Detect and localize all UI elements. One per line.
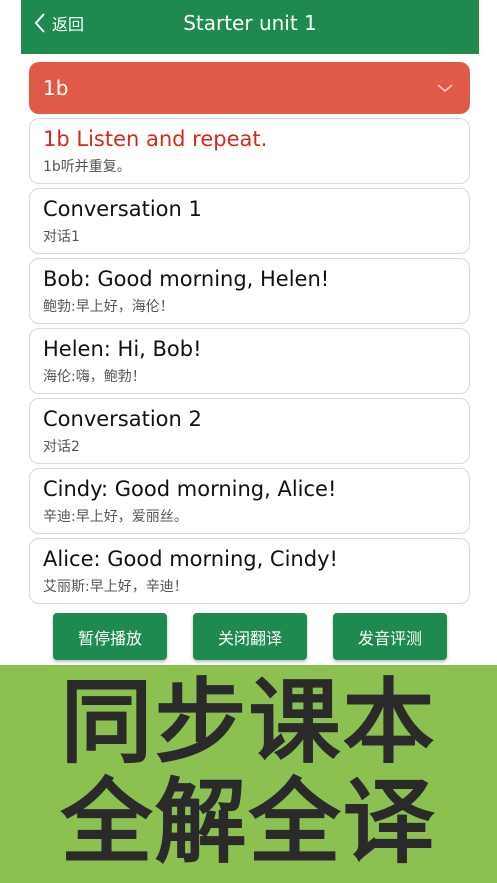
sentence-chinese: 对话1 (43, 229, 80, 245)
close-translation-button[interactable]: 关闭翻译 (193, 613, 307, 660)
sentence-chinese: 对话2 (43, 439, 80, 455)
chevron-down-icon (437, 84, 453, 93)
action-bar: 暂停播放 关闭翻译 发音评测 (21, 613, 479, 661)
sentence-chinese: 艾丽斯:早上好，辛迪！ (43, 579, 188, 595)
sentence-chinese: 海伦:嗨，鲍勃！ (43, 369, 146, 385)
list-item[interactable]: Cindy: Good morning, Alice! 辛迪:早上好，爱丽丝。 (29, 468, 470, 534)
promo-banner: 同步课本 全解全译 (0, 665, 497, 883)
sentence-english: Conversation 1 (43, 197, 202, 221)
list-item[interactable]: Alice: Good morning, Cindy! 艾丽斯:早上好，辛迪！ (29, 538, 470, 604)
pause-button[interactable]: 暂停播放 (53, 613, 167, 660)
page-title: Starter unit 1 (183, 11, 317, 35)
section-dropdown[interactable]: 1b (29, 62, 470, 114)
sentence-english: Conversation 2 (43, 407, 202, 431)
sentence-chinese: 鲍勃:早上好，海伦！ (43, 299, 174, 315)
pronunciation-button[interactable]: 发音评测 (333, 613, 447, 660)
list-item[interactable]: Bob: Good morning, Helen! 鲍勃:早上好，海伦！ (29, 258, 470, 324)
banner-line-2: 全解全译 (60, 769, 437, 876)
banner-line-1: 同步课本 (60, 669, 437, 776)
sentence-english: Bob: Good morning, Helen! (43, 267, 330, 291)
list-item[interactable]: 1b Listen and repeat. 1b听并重复。 (29, 118, 470, 184)
sentence-chinese: 1b听并重复。 (43, 159, 131, 175)
app-screen: 返回 Starter unit 1 1b 1b Listen and repea… (21, 0, 479, 665)
sentence-chinese: 辛迪:早上好，爱丽丝。 (43, 509, 188, 525)
sentence-english: Alice: Good morning, Cindy! (43, 547, 338, 571)
header-bar: 返回 Starter unit 1 (21, 0, 479, 54)
sentence-english: 1b Listen and repeat. (43, 127, 268, 151)
list-item[interactable]: Helen: Hi, Bob! 海伦:嗨，鲍勃！ (29, 328, 470, 394)
dropdown-value: 1b (43, 76, 69, 100)
sentence-english: Cindy: Good morning, Alice! (43, 477, 337, 501)
sentence-english: Helen: Hi, Bob! (43, 337, 202, 361)
list-item[interactable]: Conversation 1 对话1 (29, 188, 470, 254)
list-item[interactable]: Conversation 2 对话2 (29, 398, 470, 464)
